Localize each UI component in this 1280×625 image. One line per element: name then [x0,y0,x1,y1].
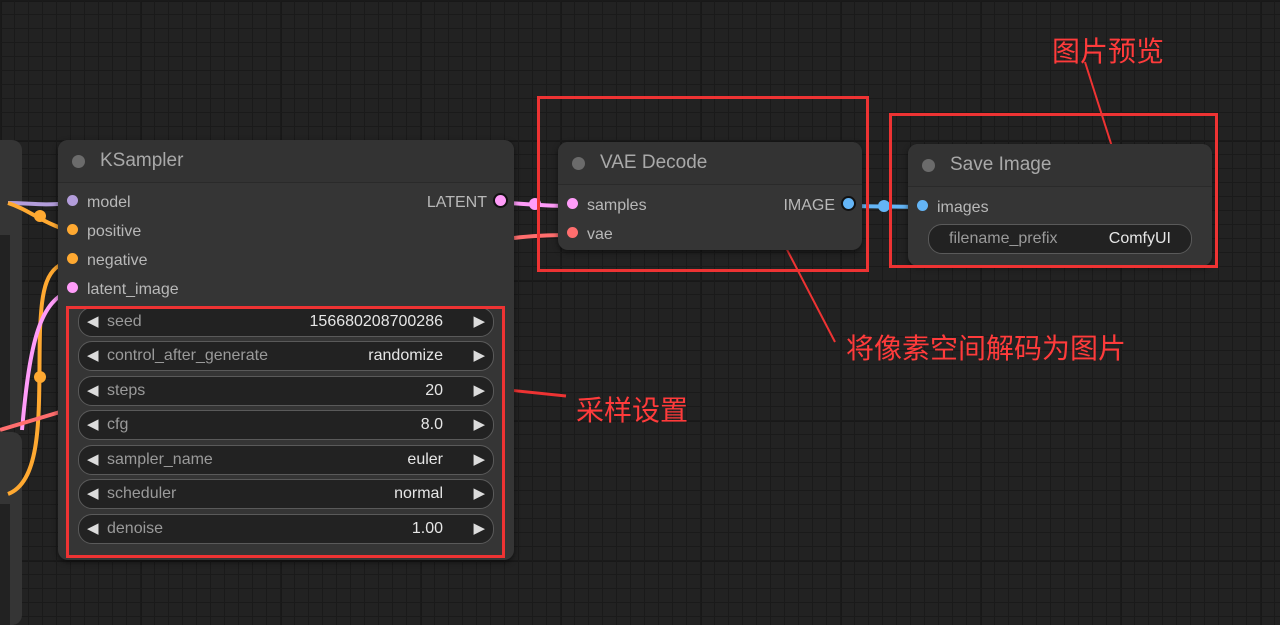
input-slot-negative[interactable]: negative [67,250,148,272]
input-slot-positive[interactable]: positive [67,221,141,243]
input-slot-model[interactable]: model [67,192,131,214]
slot-dot-icon [67,224,78,236]
left-node-bottom[interactable] [0,432,22,625]
slot-dot-icon [67,282,78,294]
ksampler-title: KSampler [100,150,184,171]
annotation-image-preview: 图片预览 [1052,35,1165,68]
left-node-top[interactable] [0,140,22,425]
wire-positive-midpoint [34,210,46,222]
highlight-box-sampling-widgets [66,306,505,558]
highlight-box-vae-decode [537,96,869,272]
annotation-sampling-settings: 采样设置 [576,394,689,427]
slot-dot-icon [67,195,78,207]
slot-dot-icon [67,253,78,265]
node-graph-canvas[interactable]: KSampler model positive negative latent_… [0,0,1280,625]
ksampler-title-bar[interactable]: KSampler [58,140,514,183]
slot-dot-icon [495,195,506,207]
input-slot-latent-image[interactable]: latent_image [67,279,179,301]
wire-negative-midpoint [34,371,46,383]
output-slot-latent[interactable]: LATENT [427,192,506,214]
collapse-dot-icon[interactable] [72,155,85,168]
highlight-box-save-image [889,113,1218,268]
annotation-decode-note: 将像素空间解码为图片 [846,332,1127,365]
